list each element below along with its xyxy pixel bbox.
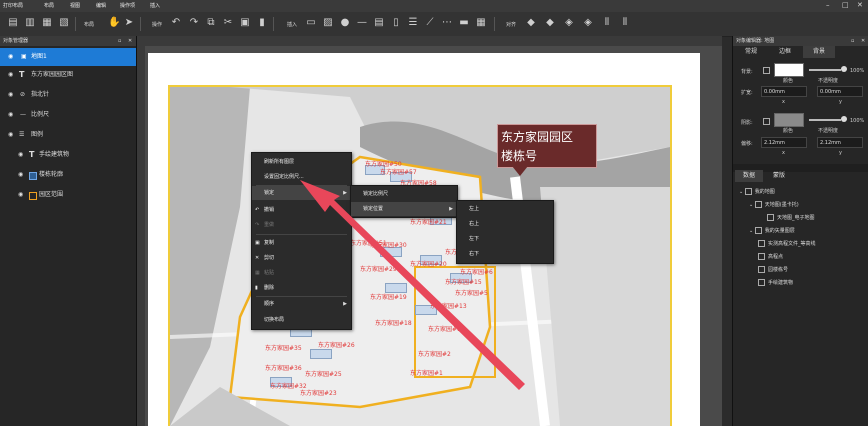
tree-item[interactable]: ⌄ 天地图(墨卡托) [749, 201, 799, 208]
tab-mask[interactable]: 蒙版 [765, 170, 793, 182]
tab-border[interactable]: 边框 [769, 46, 801, 58]
panel-close-icon[interactable]: ✕ [861, 36, 865, 46]
offset-label: 偏移: [741, 141, 753, 147]
chevron-down-icon: ⌄ [749, 228, 754, 234]
tree-item[interactable]: 天地图_电子地图 [767, 214, 815, 221]
tab-data[interactable]: 数据 [735, 170, 763, 182]
tree-item[interactable]: 手绘建筑物 [758, 279, 793, 286]
tree-item[interactable]: ⌄ 我的矢量图层 [749, 227, 795, 234]
opacity-slider[interactable] [809, 69, 841, 71]
checkbox[interactable] [758, 266, 765, 273]
background-label: 背景: [741, 69, 753, 75]
properties-title: 对象编辑器: 地图 ▫ ✕ [733, 36, 868, 46]
tree-item[interactable]: 园楼栋号 [758, 266, 788, 273]
tab-background[interactable]: 背景 [803, 46, 835, 58]
shadow-opacity-slider[interactable] [809, 119, 841, 121]
panel-float-icon[interactable]: ▫ [851, 36, 854, 46]
shadow-slider-handle[interactable] [841, 116, 847, 122]
tab-general[interactable]: 常规 [735, 46, 767, 58]
checkbox[interactable] [758, 240, 765, 247]
chevron-down-icon: ⌄ [739, 189, 744, 195]
properties-panel: 对象编辑器: 地图 ▫ ✕ 常规 边框 背景 背景: 颜色 100% 不透明度 … [732, 36, 868, 426]
background-color-swatch[interactable] [774, 63, 804, 77]
checkbox[interactable] [754, 227, 762, 234]
checkbox[interactable] [754, 201, 762, 208]
expand-x-field[interactable]: 0.00mm [761, 86, 807, 97]
expand-y-field[interactable]: 0.00mm [817, 86, 863, 97]
tree-item[interactable]: 实测高程文件_等高线 [758, 240, 816, 247]
checkbox[interactable] [744, 188, 752, 195]
offset-x-field[interactable]: 2.12mm [761, 137, 807, 148]
opacity-slider-handle[interactable] [841, 66, 847, 72]
shadow-checkbox[interactable] [763, 118, 770, 125]
checkbox[interactable] [758, 253, 765, 260]
tree-item[interactable]: 高程点 [758, 253, 783, 260]
background-checkbox[interactable] [763, 67, 770, 74]
checkbox[interactable] [767, 214, 774, 221]
offset-y-field[interactable]: 2.12mm [817, 137, 863, 148]
chevron-down-icon: ⌄ [749, 202, 754, 208]
expand-label: 扩宽: [741, 90, 753, 96]
tree-item[interactable]: ⌄ 我的地图 [739, 188, 775, 195]
shadow-color-swatch[interactable] [774, 113, 804, 127]
checkbox[interactable] [758, 279, 765, 286]
shadow-label: 阴影: [741, 120, 753, 126]
